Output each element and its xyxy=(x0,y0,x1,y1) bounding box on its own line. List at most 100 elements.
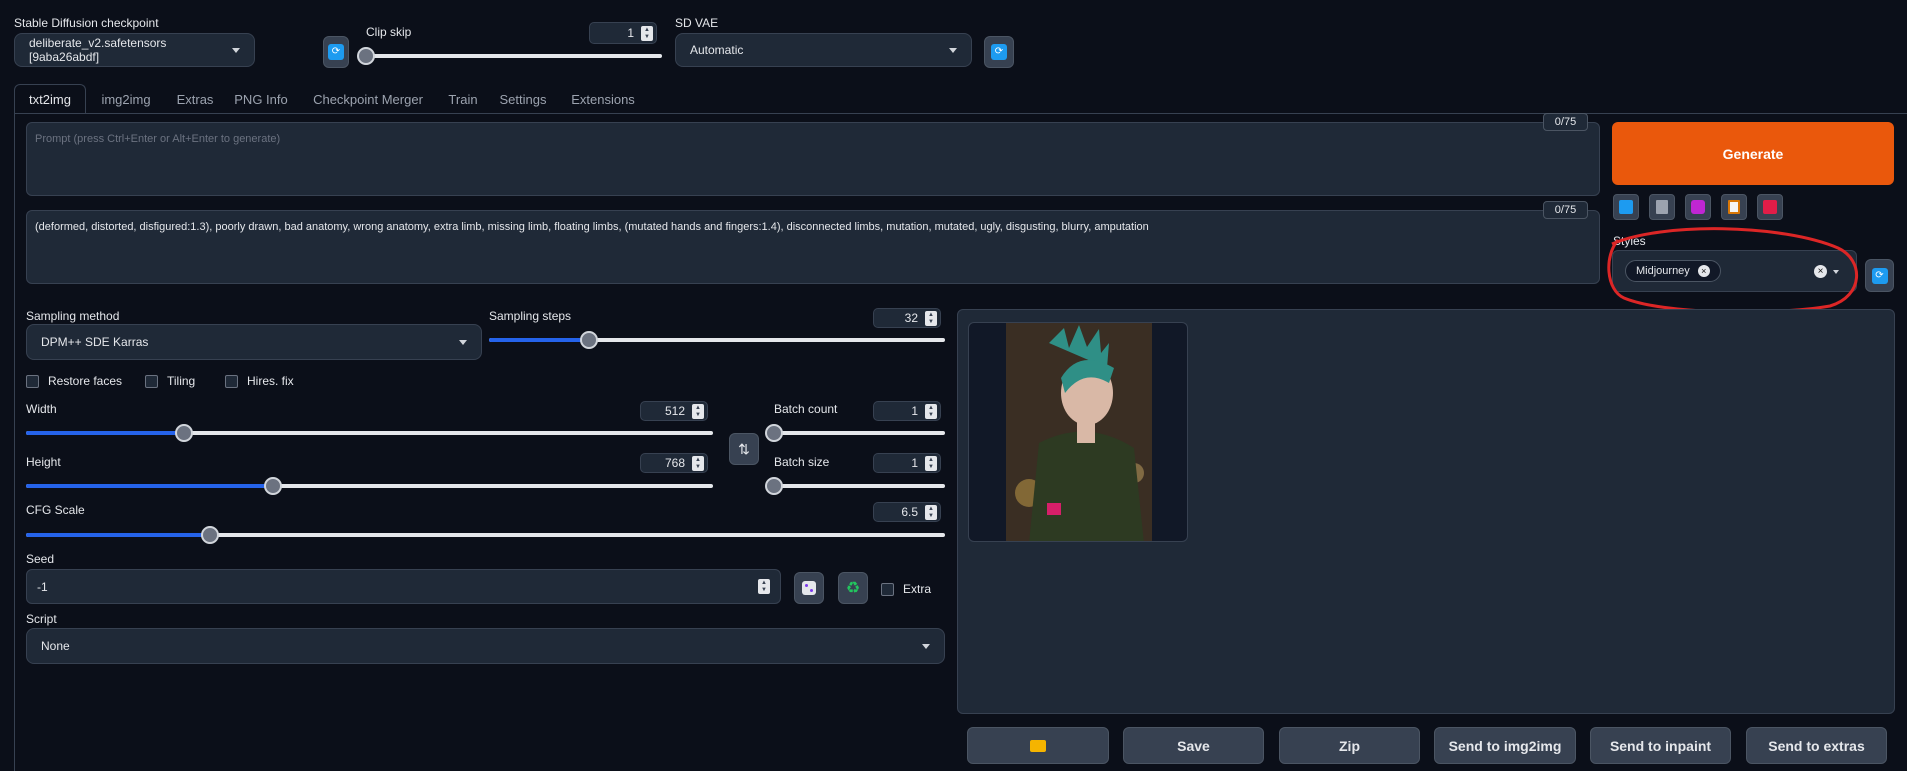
slider-thumb[interactable] xyxy=(765,424,783,442)
swap-dimensions-button[interactable]: ⇅ xyxy=(729,433,759,465)
negative-prompt-textarea[interactable]: (deformed, distorted, disfigured:1.3), p… xyxy=(26,210,1600,284)
random-seed-button[interactable] xyxy=(794,572,824,604)
batch-count-slider[interactable] xyxy=(765,424,945,442)
sampling-steps-slider[interactable] xyxy=(489,331,945,349)
clipskip-slider[interactable] xyxy=(357,47,662,65)
tab-png-info[interactable]: PNG Info xyxy=(224,84,298,114)
extra-seed-checkbox[interactable]: Extra xyxy=(881,582,931,596)
tool-buttons xyxy=(1613,194,1783,220)
refresh-icon: ⟳ xyxy=(328,44,344,60)
reuse-seed-button[interactable]: ♻ xyxy=(838,572,868,604)
restore-faces-checkbox[interactable]: Restore faces xyxy=(26,374,122,388)
spinner-icon[interactable]: ▲ ▼ xyxy=(692,456,704,471)
send-to-img2img-button[interactable]: Send to img2img xyxy=(1434,727,1576,764)
batch-size-slider[interactable] xyxy=(765,477,945,495)
vae-dropdown[interactable]: Automatic xyxy=(675,33,972,67)
seed-label: Seed xyxy=(26,552,55,566)
chevron-down-icon xyxy=(232,47,240,53)
slider-thumb[interactable] xyxy=(200,526,219,544)
style-button[interactable] xyxy=(1685,194,1711,220)
clipskip-number[interactable]: 1 ▲ ▼ xyxy=(589,22,657,44)
batch-size-number[interactable]: 1 ▲ ▼ xyxy=(873,453,941,473)
prompt-textarea[interactable]: Prompt (press Ctrl+Enter or Alt+Enter to… xyxy=(26,122,1600,196)
spinner-icon[interactable]: ▲ ▼ xyxy=(925,456,937,471)
generate-button[interactable]: Generate xyxy=(1612,122,1894,185)
dice-icon xyxy=(802,581,816,595)
checkbox-icon[interactable] xyxy=(26,374,39,388)
batch-size-label: Batch size xyxy=(774,455,830,469)
clipskip-label: Clip skip xyxy=(366,25,412,39)
chevron-down-icon xyxy=(459,339,467,345)
width-slider[interactable] xyxy=(26,424,713,442)
save-style-button[interactable] xyxy=(1757,194,1783,220)
spinner-icon[interactable]: ▲ ▼ xyxy=(925,404,937,419)
slider-thumb[interactable] xyxy=(175,424,193,442)
refresh-checkpoint-button[interactable]: ⟳ xyxy=(323,36,349,68)
refresh-styles-button[interactable]: ⟳ xyxy=(1865,259,1894,292)
cfg-scale-number[interactable]: 6.5 ▲ ▼ xyxy=(873,502,941,522)
checkpoint-label: Stable Diffusion checkpoint xyxy=(14,16,159,30)
slider-thumb[interactable] xyxy=(580,331,599,349)
width-number[interactable]: 512 ▲ ▼ xyxy=(640,401,708,421)
slider-thumb[interactable] xyxy=(357,47,375,65)
tiling-checkbox[interactable]: Tiling xyxy=(145,374,195,388)
hires-fix-checkbox[interactable]: Hires. fix xyxy=(225,374,294,388)
tab-train[interactable]: Train xyxy=(438,84,488,114)
batch-count-number[interactable]: 1 ▲ ▼ xyxy=(873,401,941,421)
slider-thumb[interactable] xyxy=(264,477,283,495)
checkbox-icon[interactable] xyxy=(225,374,238,388)
height-number[interactable]: 768 ▲ ▼ xyxy=(640,453,708,473)
spinner-icon[interactable]: ▲ ▼ xyxy=(641,26,653,41)
trash-icon xyxy=(1656,200,1668,214)
batch-size-value: 1 xyxy=(911,456,918,470)
save-icon xyxy=(1763,200,1777,214)
open-folder-button[interactable] xyxy=(967,727,1109,764)
tab-txt2img[interactable]: txt2img xyxy=(14,84,86,114)
checkbox-icon[interactable] xyxy=(145,374,158,388)
cfg-scale-slider[interactable] xyxy=(26,526,945,544)
cfg-scale-value: 6.5 xyxy=(901,505,918,519)
tab-extensions[interactable]: Extensions xyxy=(558,84,648,114)
output-thumbnail[interactable] xyxy=(968,322,1188,542)
negative-token-counter: 0/75 xyxy=(1543,201,1588,219)
chevron-down-icon xyxy=(922,643,930,649)
sampling-steps-number[interactable]: 32 ▲ ▼ xyxy=(873,308,941,328)
script-dropdown[interactable]: None xyxy=(26,628,945,664)
prompt-placeholder: Prompt (press Ctrl+Enter or Alt+Enter to… xyxy=(35,133,281,145)
send-to-inpaint-button[interactable]: Send to inpaint xyxy=(1590,727,1731,764)
send-to-extras-button[interactable]: Send to extras xyxy=(1746,727,1887,764)
slider-thumb[interactable] xyxy=(765,477,783,495)
height-slider[interactable] xyxy=(26,477,713,495)
sampling-steps-label: Sampling steps xyxy=(489,309,572,323)
sampling-method-dropdown[interactable]: DPM++ SDE Karras xyxy=(26,324,482,360)
chevron-down-icon xyxy=(949,47,957,53)
spinner-icon[interactable]: ▲ ▼ xyxy=(692,404,704,419)
clipboard-icon xyxy=(1728,200,1740,214)
seed-input[interactable]: -1 ▲ ▼ xyxy=(26,569,781,604)
tab-extras[interactable]: Extras xyxy=(166,84,224,114)
sampling-method-value: DPM++ SDE Karras xyxy=(41,335,149,349)
spinner-icon[interactable]: ▲ ▼ xyxy=(925,311,937,326)
vae-label: SD VAE xyxy=(675,16,719,30)
annotation-circle xyxy=(1607,227,1859,314)
checkpoint-dropdown[interactable]: deliberate_v2.safetensors [9aba26abdf] xyxy=(14,33,255,67)
checkpoint-value: deliberate_v2.safetensors [9aba26abdf] xyxy=(29,36,167,64)
tab-settings[interactable]: Settings xyxy=(488,84,558,114)
tab-checkpoint-merger[interactable]: Checkpoint Merger xyxy=(298,84,438,114)
extra-label: Extra xyxy=(903,582,932,596)
apply-style-button[interactable] xyxy=(1721,194,1747,220)
height-label: Height xyxy=(26,455,61,469)
tab-img2img[interactable]: img2img xyxy=(86,84,166,114)
clear-button[interactable] xyxy=(1649,194,1675,220)
paste-button[interactable] xyxy=(1613,194,1639,220)
save-button[interactable]: Save xyxy=(1123,727,1264,764)
spinner-icon[interactable]: ▲ ▼ xyxy=(925,505,937,520)
zip-button[interactable]: Zip xyxy=(1279,727,1420,764)
spinner-icon[interactable]: ▲ ▼ xyxy=(758,579,770,594)
refresh-vae-button[interactable]: ⟳ xyxy=(984,36,1014,68)
cfg-scale-label: CFG Scale xyxy=(26,503,85,517)
sampling-steps-value: 32 xyxy=(904,311,918,325)
width-value: 512 xyxy=(664,404,685,418)
prompt-token-counter: 0/75 xyxy=(1543,113,1588,131)
checkbox-icon[interactable] xyxy=(881,582,894,596)
